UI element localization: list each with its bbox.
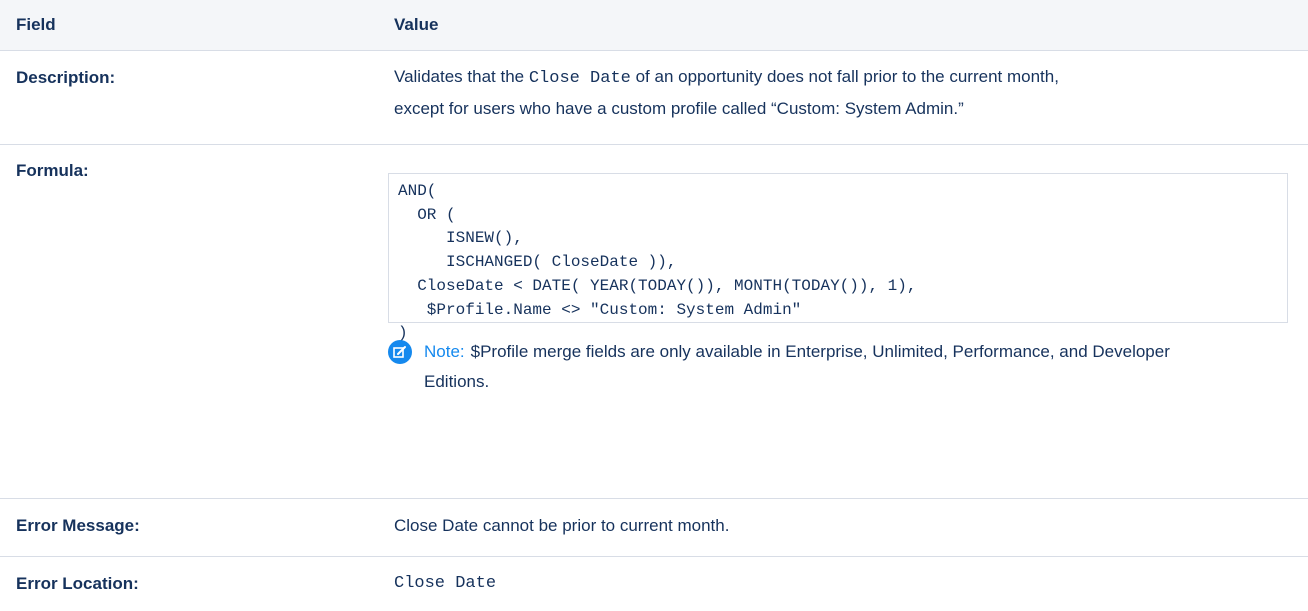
note-callout: Note: $Profile merge fields are only avai… <box>388 337 1298 397</box>
description-text-before: Validates that the <box>394 67 529 86</box>
description-label: Description: <box>16 68 116 87</box>
formula-code: AND( OR ( ISNEW(), ISCHANGED( CloseDate … <box>398 182 917 343</box>
description-text-after: of an opportunity does not fall prior to… <box>630 67 1059 86</box>
description-row: Description: Validates that the Close Da… <box>0 50 1308 144</box>
field-column-header: Field <box>16 15 56 34</box>
error-message-row: Error Message: Close Date cannot be prio… <box>0 498 1308 556</box>
description-value: Validates that the Close Date of an oppo… <box>394 62 1308 144</box>
description-line2: except for users who have a custom profi… <box>394 99 964 118</box>
formula-code-block: AND( OR ( ISNEW(), ISCHANGED( CloseDate … <box>388 173 1288 342</box>
edit-icon <box>388 340 412 364</box>
formula-label: Formula: <box>16 161 89 180</box>
formula-value: AND( OR ( ISNEW(), ISCHANGED( CloseDate … <box>388 161 1308 498</box>
validation-rule-table: Field Value Description: Validates that … <box>0 0 1308 610</box>
error-location-value: Close Date <box>394 574 497 593</box>
error-location-row: Error Location: Close Date <box>0 556 1308 610</box>
error-message-label: Error Message: <box>16 516 140 535</box>
value-column-header: Value <box>394 15 439 34</box>
note-body: Note: $Profile merge fields are only avai… <box>424 337 1214 397</box>
note-text: $Profile merge fields are only available… <box>424 342 1170 391</box>
error-message-value: Close Date cannot be prior to current mo… <box>394 516 730 535</box>
description-code: Close Date <box>528 69 631 88</box>
note-label: Note: <box>424 342 465 361</box>
formula-row: Formula: AND( OR ( ISNEW(), ISCHANGED( C… <box>0 144 1308 498</box>
error-location-label: Error Location: <box>16 574 139 593</box>
table-header: Field Value <box>0 0 1308 50</box>
